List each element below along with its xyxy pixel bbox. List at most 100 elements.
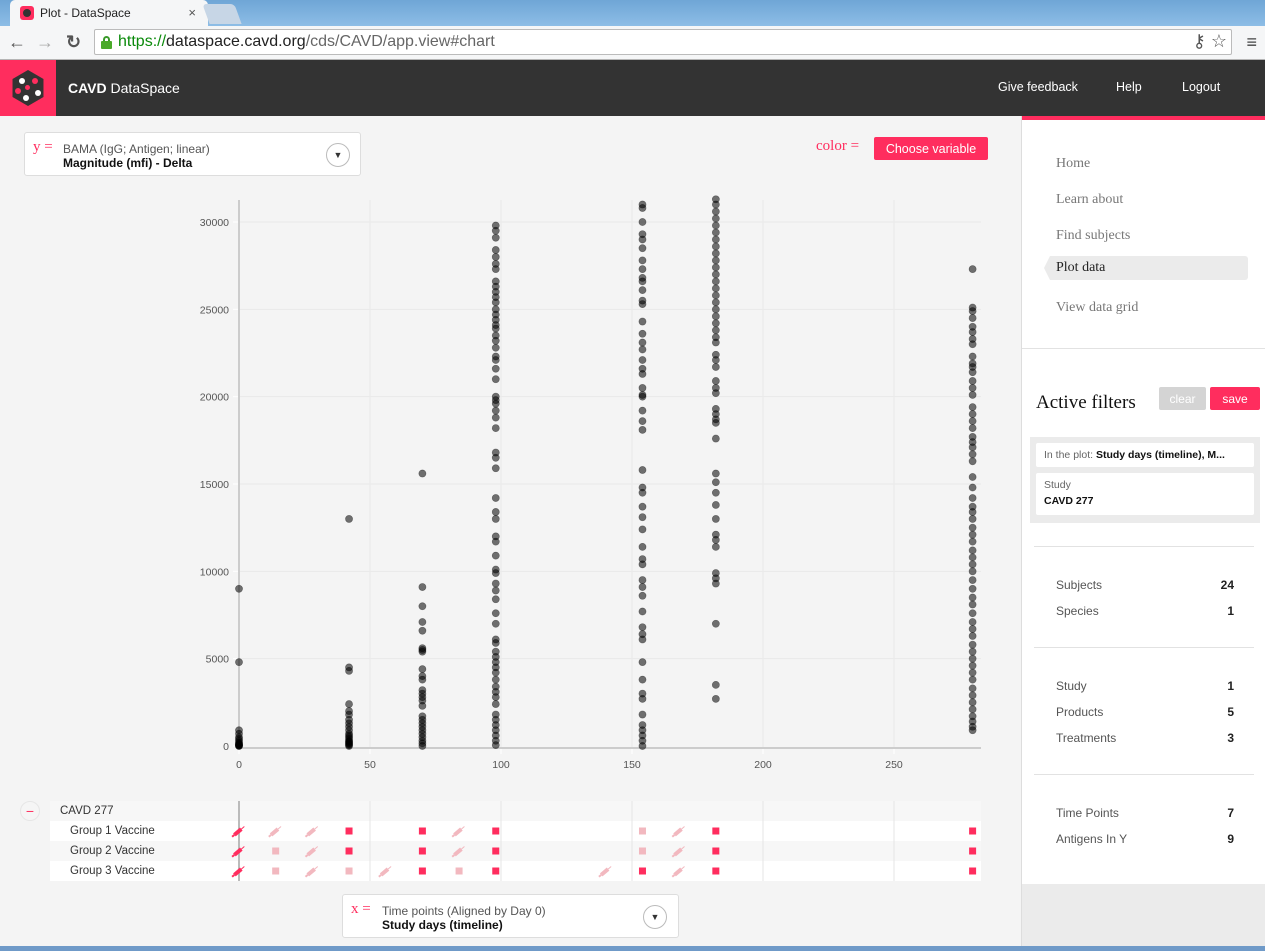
data-point — [968, 410, 977, 419]
data-point — [418, 701, 427, 710]
brand-rest: DataSpace — [106, 80, 180, 96]
data-point — [491, 246, 500, 254]
browser-menu-icon[interactable]: ≡ — [1246, 32, 1257, 53]
data-point — [638, 218, 647, 226]
give-feedback-link[interactable]: Give feedback — [998, 80, 1078, 94]
os-taskbar — [0, 946, 1265, 951]
data-point — [638, 370, 647, 378]
forward-icon[interactable]: → — [36, 32, 54, 53]
dataspace-logo[interactable] — [0, 60, 56, 116]
data-point — [968, 307, 977, 315]
data-point — [711, 680, 720, 689]
new-tab-button[interactable] — [202, 4, 242, 24]
sample-marker-icon — [638, 847, 646, 855]
address-bar[interactable]: https://dataspace.cavd.org/cds/CAVD/app.… — [94, 29, 1232, 55]
data-point — [968, 508, 977, 516]
x-variable-selector[interactable]: x = Time points (Aligned by Day 0) Study… — [342, 894, 679, 938]
nav-home[interactable]: Home — [1056, 156, 1090, 172]
browser-tab[interactable]: Plot - DataSpace × — [10, 0, 208, 26]
y-tick-label: 10000 — [200, 566, 229, 578]
reload-icon[interactable]: ↻ — [66, 32, 81, 53]
data-point — [491, 551, 500, 560]
data-point — [491, 741, 500, 750]
data-point — [638, 576, 647, 584]
data-point — [711, 312, 720, 321]
stat-products[interactable]: Products 5 — [1056, 705, 1234, 719]
syringe-icon[interactable] — [671, 865, 686, 878]
y-tick-label: 15000 — [200, 479, 229, 491]
data-point — [638, 286, 647, 295]
bookmark-star-icon[interactable]: ☆ — [1211, 31, 1227, 51]
data-point — [711, 418, 720, 427]
syringe-icon[interactable] — [268, 825, 283, 838]
data-point — [491, 464, 500, 473]
data-point — [491, 336, 500, 345]
data-point — [491, 668, 500, 677]
syringe-icon[interactable] — [304, 865, 319, 878]
data-point — [968, 424, 977, 433]
data-point — [638, 560, 647, 569]
x-dropdown-icon[interactable]: ▼ — [643, 905, 667, 929]
data-point — [711, 228, 720, 237]
data-point — [638, 235, 647, 244]
x-variable-source: Time points (Aligned by Day 0) — [382, 904, 546, 918]
data-point — [711, 298, 720, 307]
data-point — [711, 284, 720, 293]
sample-marker-icon — [638, 827, 646, 835]
data-point — [418, 742, 427, 750]
study-filter[interactable]: Study CAVD 277 — [1036, 473, 1254, 515]
syringe-icon[interactable] — [671, 825, 686, 838]
nav-plot-data[interactable]: Plot data — [1044, 256, 1248, 280]
stat-treatments[interactable]: Treatments 3 — [1056, 731, 1234, 745]
nav-view-data-grid[interactable]: View data grid — [1056, 300, 1138, 316]
data-point — [418, 469, 427, 478]
syringe-icon[interactable] — [304, 825, 319, 838]
data-point — [638, 583, 647, 591]
data-point — [638, 317, 647, 326]
sample-marker-icon — [712, 847, 720, 855]
data-point — [968, 600, 977, 609]
clear-filters-button[interactable]: clear — [1159, 387, 1206, 410]
tab-close-icon[interactable]: × — [188, 5, 196, 20]
key-icon[interactable]: ⚷ — [1193, 31, 1206, 51]
y-tick-label: 25000 — [200, 304, 229, 316]
sidebar-panel: Home Learn about Find subjects Plot data… — [1022, 116, 1265, 884]
save-filters-button[interactable]: save — [1210, 387, 1260, 410]
stat-species[interactable]: Species 1 — [1056, 604, 1234, 618]
data-point — [711, 542, 720, 551]
syringe-icon[interactable] — [451, 845, 466, 858]
syringe-icon[interactable] — [451, 825, 466, 838]
stat-antigens-in-y[interactable]: Antigens In Y 9 — [1056, 832, 1234, 846]
data-point — [968, 691, 977, 700]
stat-study[interactable]: Study 1 — [1056, 679, 1234, 693]
logout-link[interactable]: Logout — [1182, 80, 1220, 94]
syringe-icon[interactable] — [671, 845, 686, 858]
data-point — [968, 576, 977, 584]
stat-time-points[interactable]: Time Points 7 — [1056, 806, 1234, 820]
data-point — [968, 593, 977, 602]
stat-subjects[interactable]: Subjects 24 — [1056, 578, 1234, 592]
data-point — [711, 256, 720, 265]
help-link[interactable]: Help — [1116, 80, 1142, 94]
nav-learn-about[interactable]: Learn about — [1056, 192, 1123, 208]
in-plot-filter[interactable]: In the plot: Study days (timeline), M... — [1036, 443, 1254, 467]
data-point — [968, 560, 977, 569]
data-point — [968, 675, 977, 684]
data-point — [968, 515, 977, 523]
data-point — [711, 469, 720, 478]
nav-find-subjects[interactable]: Find subjects — [1056, 228, 1130, 244]
data-point — [968, 584, 977, 593]
scatter-plot[interactable]: 0 5000 10000 15000 20000 25000 30000 0 50 100 150 2… — [0, 116, 1021, 786]
syringe-icon[interactable] — [598, 865, 613, 878]
data-point — [968, 340, 977, 349]
data-point — [711, 221, 720, 230]
syringe-icon[interactable] — [378, 865, 393, 878]
study-filter-value: CAVD 277 — [1044, 495, 1094, 507]
data-point — [491, 226, 500, 235]
syringe-icon[interactable] — [304, 845, 319, 858]
data-point — [968, 537, 977, 546]
data-point — [711, 488, 720, 497]
back-icon[interactable]: ← — [8, 32, 26, 53]
y-tick-label: 30000 — [200, 217, 229, 229]
data-point — [491, 609, 500, 618]
